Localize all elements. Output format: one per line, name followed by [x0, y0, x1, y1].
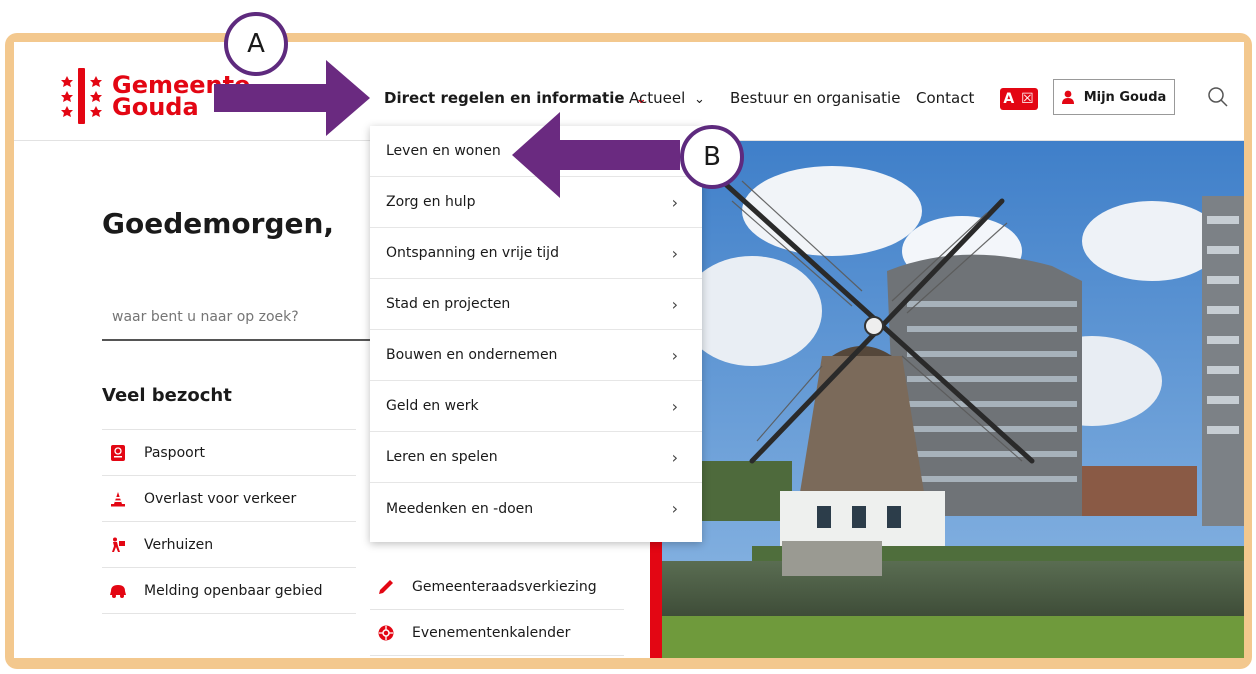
nav-direct-label: Direct regelen en informatie [384, 89, 625, 107]
menu-item-bouwen[interactable]: Bouwen en ondernemen › [370, 330, 702, 381]
search-field[interactable] [102, 295, 412, 341]
chevron-down-icon: ⌄ [694, 92, 705, 107]
megaphone-icon [108, 581, 128, 601]
list-item-evenementenkalender[interactable]: Evenementenkalender [370, 609, 624, 656]
callout-b: B [680, 125, 744, 189]
list-item-melding-openbaar[interactable]: Melding openbaar gebied [102, 567, 356, 614]
greeting-heading: Goedemorgen, [102, 207, 335, 240]
logo-text: Gemeente Gouda [112, 73, 250, 121]
website: Gemeente Gouda Direct regelen en informa… [14, 42, 1244, 658]
list-item-label: Overlast voor verkeer [144, 490, 297, 507]
user-icon [1061, 90, 1074, 104]
search-input[interactable] [102, 295, 412, 339]
chevron-right-icon: › [671, 499, 678, 518]
pencil-icon [376, 577, 396, 597]
menu-item-label: Leven en wonen [386, 143, 501, 159]
chevron-right-icon: › [671, 345, 678, 365]
callout-a: A [224, 12, 288, 76]
list-item-gemeenteraadsverkiezing[interactable]: Gemeenteraadsverkiezing [370, 564, 624, 609]
chevron-right-icon: › [671, 447, 678, 467]
menu-item-stad-en-projecten[interactable]: Stad en projecten › [370, 279, 702, 330]
chevron-right-icon: › [671, 294, 678, 314]
logo-line-2: Gouda [112, 93, 199, 121]
menu-item-label: Leren en spelen [386, 449, 498, 465]
menu-item-geld-en-werk[interactable]: Geld en werk › [370, 381, 702, 432]
chevron-right-icon: › [671, 243, 678, 263]
mijn-gouda-button[interactable]: Mijn Gouda [1053, 79, 1175, 115]
menu-item-ontspanning[interactable]: Ontspanning en vrije tijd › [370, 228, 702, 279]
nav-contact[interactable]: Contact [916, 89, 974, 107]
chevron-right-icon: › [671, 396, 678, 416]
menu-item-label: Meedenken en -doen [386, 500, 534, 517]
list-item-label: Gemeenteraadsverkiezing [412, 578, 597, 595]
list-item-label: Melding openbaar gebied [144, 582, 323, 599]
a-z-label: A ☒ [1003, 91, 1035, 107]
nav-actueel[interactable]: Actueel ⌄ [629, 89, 705, 107]
list-item-label: Verhuizen [144, 536, 214, 553]
menu-item-zorg-en-hulp[interactable]: Zorg en hulp › [370, 177, 702, 228]
a-z-index-button[interactable]: A ☒ [1000, 88, 1038, 110]
menu-item-label: Bouwen en ondernemen [386, 347, 558, 363]
nav-actueel-label: Actueel [629, 89, 686, 107]
menu-item-label: Stad en projecten [386, 296, 511, 312]
nav-direct-regelen[interactable]: Direct regelen en informatie ⌄ [384, 89, 647, 107]
search-icon[interactable] [1207, 86, 1229, 108]
mijn-gouda-label: Mijn Gouda [1083, 89, 1167, 105]
windmill-hero-image [662, 141, 1244, 658]
menu-item-leven-en-wonen[interactable]: Leven en wonen [370, 126, 702, 177]
list-item-overlast-verkeer[interactable]: Overlast voor verkeer [102, 475, 356, 521]
list-item-paspoort[interactable]: Paspoort [102, 429, 356, 475]
menu-item-label: Ontspanning en vrije tijd [386, 245, 559, 261]
list-item-verhuizen[interactable]: Verhuizen [102, 521, 356, 567]
veel-bezocht-list-left: Paspoort Overlast voor verkeer Verhuizen… [102, 429, 356, 614]
traffic-cone-icon [108, 489, 128, 509]
veel-bezocht-heading: Veel bezocht [102, 385, 232, 406]
passport-icon [108, 443, 128, 463]
direct-regelen-dropdown-menu: Leven en wonen Zorg en hulp › Ontspannin… [370, 126, 702, 542]
menu-item-label: Zorg en hulp [386, 194, 476, 210]
menu-item-label: Geld en werk [386, 398, 479, 414]
menu-item-meedenken[interactable]: Meedenken en -doen › [370, 483, 702, 534]
moving-person-icon [108, 535, 128, 555]
list-item-label: Evenementenkalender [412, 624, 571, 641]
chevron-right-icon: › [671, 192, 678, 212]
list-item-label: Paspoort [144, 444, 205, 461]
veel-bezocht-list-right: Gemeenteraadsverkiezing Evenementenkalen… [370, 564, 624, 656]
menu-item-leren-en-spelen[interactable]: Leren en spelen › [370, 432, 702, 483]
gouda-logo-mark-icon [61, 68, 102, 124]
gemeente-gouda-logo[interactable]: Gemeente Gouda [58, 66, 250, 126]
nav-bestuur[interactable]: Bestuur en organisatie [730, 89, 900, 107]
event-icon [376, 623, 396, 643]
